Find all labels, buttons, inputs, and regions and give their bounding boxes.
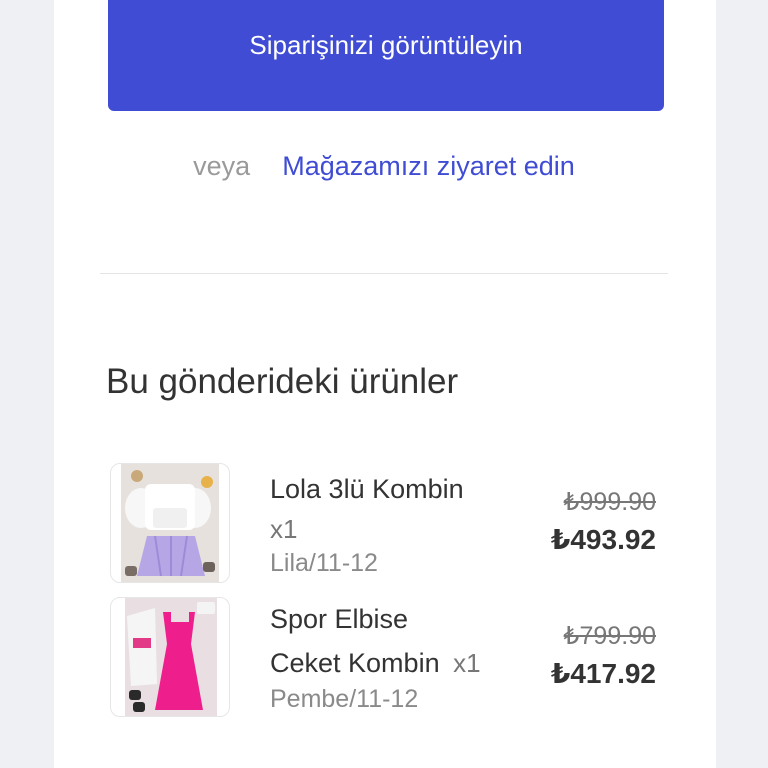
or-text: veya [193,150,251,181]
product-variant: Lila/11-12 [270,549,378,577]
discounted-price: ₺417.92 [550,658,656,689]
product-item[interactable]: Spor Elbise Ceket Kombin x1 Pembe/11-12 … [110,597,670,717]
alternate-action-row: veya Mağazamızı ziyaret edin [0,146,768,186]
product-name-line2: Ceket Kombin x1 [270,641,481,685]
discounted-price: ₺493.92 [550,524,656,555]
outfit-image-icon [125,598,217,716]
original-price: ₺799.90 [563,622,656,650]
view-order-label: Siparişinizi görüntüleyin [249,30,523,60]
original-price: ₺999.90 [563,488,656,516]
section-title: Bu gönderideki ürünler [106,362,459,401]
product-name-line2-text: Ceket Kombin [270,648,440,678]
product-thumbnail[interactable] [110,597,230,717]
visit-store-link[interactable]: Mağazamızı ziyaret edin [282,151,575,182]
divider [100,273,668,274]
product-name: Lola 3lü Kombin [270,474,464,504]
view-order-button[interactable]: Siparişinizi görüntüleyin [108,0,664,111]
product-item[interactable]: Lola 3lü Kombin x1 Lila/11-12 ₺999.90 ₺4… [110,463,670,583]
outfit-image-icon [121,464,219,582]
product-quantity: x1 [270,514,298,544]
product-variant: Pembe/11-12 [270,685,419,713]
product-name-line1: Spor Elbise [270,604,409,634]
product-quantity: x1 [453,648,481,678]
product-thumbnail[interactable] [110,463,230,583]
